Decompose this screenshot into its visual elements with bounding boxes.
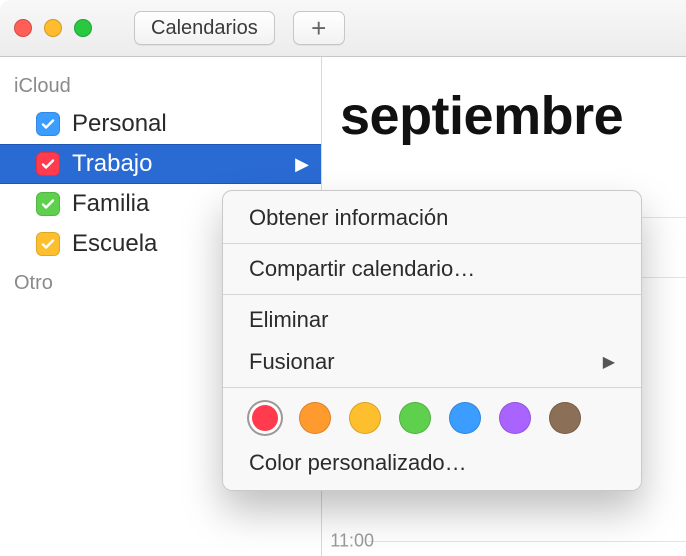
maximize-icon[interactable] <box>74 19 92 37</box>
calendars-toggle-button[interactable]: Calendarios <box>134 11 275 45</box>
menu-merge[interactable]: Fusionar ▶ <box>223 341 641 383</box>
calendar-item-label: Escuela <box>72 230 157 258</box>
menu-delete-label: Eliminar <box>249 307 328 333</box>
menu-delete[interactable]: Eliminar <box>223 299 641 341</box>
menu-share-label: Compartir calendario… <box>249 256 475 282</box>
calendar-item-label: Personal <box>72 110 167 138</box>
color-swatch[interactable] <box>249 402 281 434</box>
calendar-checkbox[interactable] <box>36 192 60 216</box>
menu-get-info-label: Obtener información <box>249 205 448 231</box>
calendar-item[interactable]: Personal <box>0 104 321 144</box>
calendar-item-label: Familia <box>72 190 149 218</box>
color-swatch[interactable] <box>549 402 581 434</box>
color-swatch[interactable] <box>449 402 481 434</box>
traffic-lights <box>14 19 92 37</box>
menu-custom-color[interactable]: Color personalizado… <box>223 442 641 484</box>
chevron-right-icon: ▶ <box>295 154 309 175</box>
menu-share-calendar[interactable]: Compartir calendario… <box>223 248 641 290</box>
menu-separator <box>223 387 641 388</box>
calendar-item-label: Trabajo <box>72 150 152 178</box>
color-swatch[interactable] <box>399 402 431 434</box>
color-swatch[interactable] <box>299 402 331 434</box>
titlebar: Calendarios + <box>0 0 686 57</box>
app-window: Calendarios + iCloud Personal Trabajo ▶ Fami… <box>0 0 686 556</box>
color-swatch[interactable] <box>349 402 381 434</box>
menu-get-info[interactable]: Obtener información <box>223 197 641 239</box>
plus-icon: + <box>311 13 326 44</box>
calendar-checkbox[interactable] <box>36 152 60 176</box>
time-label: 11:00 <box>294 531 374 552</box>
color-swatch[interactable] <box>499 402 531 434</box>
sidebar-group-header: iCloud <box>0 67 321 104</box>
menu-separator <box>223 294 641 295</box>
checkmark-icon <box>40 156 56 172</box>
add-event-button[interactable]: + <box>293 11 345 45</box>
close-icon[interactable] <box>14 19 32 37</box>
calendar-checkbox[interactable] <box>36 112 60 136</box>
checkmark-icon <box>40 196 56 212</box>
calendar-checkbox[interactable] <box>36 232 60 256</box>
checkmark-icon <box>40 116 56 132</box>
minimize-icon[interactable] <box>44 19 62 37</box>
color-swatch-row <box>223 392 641 442</box>
calendars-toggle-label: Calendarios <box>151 17 258 40</box>
calendar-context-menu: Obtener información Compartir calendario… <box>222 190 642 491</box>
checkmark-icon <box>40 236 56 252</box>
menu-custom-color-label: Color personalizado… <box>249 450 467 476</box>
menu-separator <box>223 243 641 244</box>
month-title: septiembre <box>322 57 686 147</box>
menu-merge-label: Fusionar <box>249 349 335 375</box>
calendar-item[interactable]: Trabajo ▶ <box>0 144 321 184</box>
chevron-right-icon: ▶ <box>603 352 615 372</box>
